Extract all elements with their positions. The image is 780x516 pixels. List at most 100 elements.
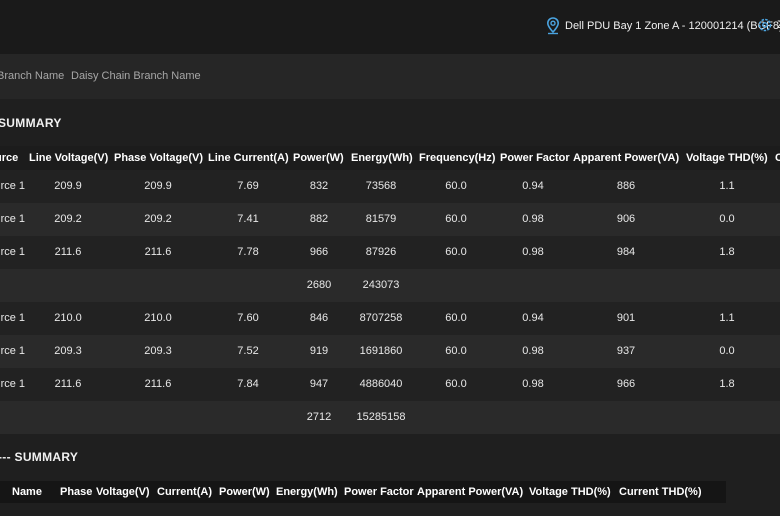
cell-power-factor: 0.94	[522, 180, 544, 192]
cell-line-current: 7.69	[237, 180, 259, 192]
cell-frequency: 60.0	[445, 345, 467, 357]
branch-name-link[interactable]: Branch Name	[0, 70, 64, 82]
cell-power: 919	[309, 345, 329, 357]
col2-power[interactable]: Power(W)	[219, 481, 270, 503]
cell-frequency: 60.0	[445, 378, 467, 390]
cell-power: 2712	[306, 411, 332, 423]
cell-energy: 15285158	[356, 411, 406, 423]
cell-source: Source 1	[0, 345, 26, 357]
col-phase-voltage[interactable]: Phase Voltage(V)	[114, 146, 203, 171]
summary-table-header: Source Line Voltage(V) Phase Voltage(V) …	[0, 146, 780, 171]
cell-source: Source 1	[0, 213, 26, 225]
table-row[interactable]: Source 1 211.6 211.6 7.84 947 4886040 60.0 0.98…	[0, 368, 780, 401]
cell-line-voltage: 209.2	[54, 213, 82, 225]
col-energy[interactable]: Energy(Wh)	[351, 146, 413, 171]
col-power[interactable]: Power(W)	[293, 146, 344, 171]
col-frequency[interactable]: Frequency(Hz)	[419, 146, 495, 171]
second-summary-table-header: Name Phase Voltage(V) Current(A) Power(W…	[0, 481, 726, 503]
col2-current-thd[interactable]: Current THD(%)	[619, 481, 702, 503]
col2-name[interactable]: Name	[12, 481, 42, 503]
branch-bar: Branch Name Daisy Chain Branch Name	[0, 54, 780, 99]
cell-frequency: 60.0	[445, 246, 467, 258]
cell-energy: 8707258	[359, 312, 403, 324]
pdu-selector[interactable]: Dell PDU Bay 1 Zone A - 120001214 (BGF8)	[546, 17, 780, 35]
cell-power: 966	[309, 246, 329, 258]
cell-apparent-power: 937	[616, 345, 636, 357]
table-row[interactable]: Source 1 209.3 209.3 7.52 919 1691860 60.0 0.98…	[0, 335, 780, 368]
cell-line-voltage: 209.9	[54, 180, 82, 192]
cell-line-current: 7.41	[237, 213, 259, 225]
cell-voltage-thd: 0.0	[719, 213, 735, 225]
gear-icon	[758, 18, 772, 32]
cell-line-current: 7.60	[237, 312, 259, 324]
cell-apparent-power: 886	[616, 180, 636, 192]
daisy-chain-branch-name-link[interactable]: Daisy Chain Branch Name	[71, 70, 201, 82]
cell-source: Source 1	[0, 180, 26, 192]
table-row[interactable]: 2680 243073	[0, 269, 780, 302]
summary-section-title: SUMMARY	[0, 116, 62, 130]
col2-apparent-power[interactable]: Apparent Power(VA)	[417, 481, 523, 503]
col2-phase[interactable]: Phase	[60, 481, 92, 503]
cell-energy: 243073	[362, 279, 400, 291]
col2-voltage[interactable]: Voltage(V)	[96, 481, 150, 503]
col2-current[interactable]: Current(A)	[157, 481, 212, 503]
cell-energy: 81579	[365, 213, 397, 225]
top-bar: Dell PDU Bay 1 Zone A - 120001214 (BGF8)…	[0, 0, 780, 54]
cell-phase-voltage: 210.0	[144, 312, 172, 324]
cell-power-factor: 0.98	[522, 345, 544, 357]
cell-power-factor: 0.98	[522, 378, 544, 390]
cell-apparent-power: 906	[616, 213, 636, 225]
cell-line-voltage: 211.6	[54, 246, 82, 258]
cell-apparent-power: 984	[616, 246, 636, 258]
cell-energy: 87926	[365, 246, 397, 258]
cell-frequency: 60.0	[445, 180, 467, 192]
cell-apparent-power: 966	[616, 378, 636, 390]
table-row[interactable]: Source 1 210.0 210.0 7.60 846 8707258 60.0 0.94…	[0, 302, 780, 335]
cell-source: Source 1	[0, 378, 26, 390]
col2-power-factor[interactable]: Power Factor	[344, 481, 414, 503]
table-row[interactable]: 2712 15285158	[0, 401, 780, 434]
pdu-label: Dell PDU Bay 1 Zone A - 120001214 (BGF8)	[565, 20, 780, 32]
table-row[interactable]: Source 1 209.2 209.2 7.41 882 81579 60.0 0.98 90…	[0, 203, 780, 236]
cell-power-factor: 0.98	[522, 246, 544, 258]
table-row[interactable]: Source 1 211.6 211.6 7.78 966 87926 60.0 0.98 98…	[0, 236, 780, 269]
cell-voltage-thd: 1.8	[719, 378, 735, 390]
col-apparent-power[interactable]: Apparent Power(VA)	[573, 146, 679, 171]
col2-voltage-thd[interactable]: Voltage THD(%)	[529, 481, 611, 503]
cell-source: Source 1	[0, 246, 26, 258]
col-voltage-thd[interactable]: Voltage THD(%)	[686, 146, 768, 171]
col-line-current[interactable]: Line Current(A)	[208, 146, 289, 171]
col2-energy[interactable]: Energy(Wh)	[276, 481, 338, 503]
cell-power: 2680	[306, 279, 332, 291]
location-pin-icon	[546, 17, 560, 35]
cell-power: 947	[309, 378, 329, 390]
zone-selector[interactable]: Z	[757, 17, 780, 33]
col-power-factor[interactable]: Power Factor	[500, 146, 570, 171]
cell-apparent-power: 901	[616, 312, 636, 324]
col-line-voltage[interactable]: Line Voltage(V)	[29, 146, 108, 171]
cell-phase-voltage: 209.9	[144, 180, 172, 192]
cell-source: Source 1	[0, 312, 26, 324]
cell-energy: 1691860	[359, 345, 403, 357]
cell-voltage-thd: 1.1	[719, 180, 735, 192]
cell-voltage-thd: 0.0	[719, 345, 735, 357]
cell-line-voltage: 211.6	[54, 378, 82, 390]
table-row[interactable]: Source 1 209.9 209.9 7.69 832 73568 60.0 0.94 88…	[0, 170, 780, 203]
cell-line-voltage: 209.3	[54, 345, 82, 357]
cell-phase-voltage: 211.6	[144, 378, 172, 390]
col-current-thd[interactable]: C	[775, 146, 780, 171]
cell-power-factor: 0.98	[522, 213, 544, 225]
cell-phase-voltage: 209.3	[144, 345, 172, 357]
cell-energy: 73568	[365, 180, 397, 192]
cell-phase-voltage: 211.6	[144, 246, 172, 258]
second-summary-section-title: --- SUMMARY	[0, 450, 79, 464]
cell-line-current: 7.78	[237, 246, 259, 258]
cell-phase-voltage: 209.2	[144, 213, 172, 225]
cell-power: 846	[309, 312, 329, 324]
cell-frequency: 60.0	[445, 312, 467, 324]
cell-voltage-thd: 1.1	[719, 312, 735, 324]
cell-line-current: 7.52	[237, 345, 259, 357]
cell-energy: 4886040	[359, 378, 403, 390]
cell-line-voltage: 210.0	[54, 312, 82, 324]
col-source[interactable]: Source	[0, 146, 18, 171]
